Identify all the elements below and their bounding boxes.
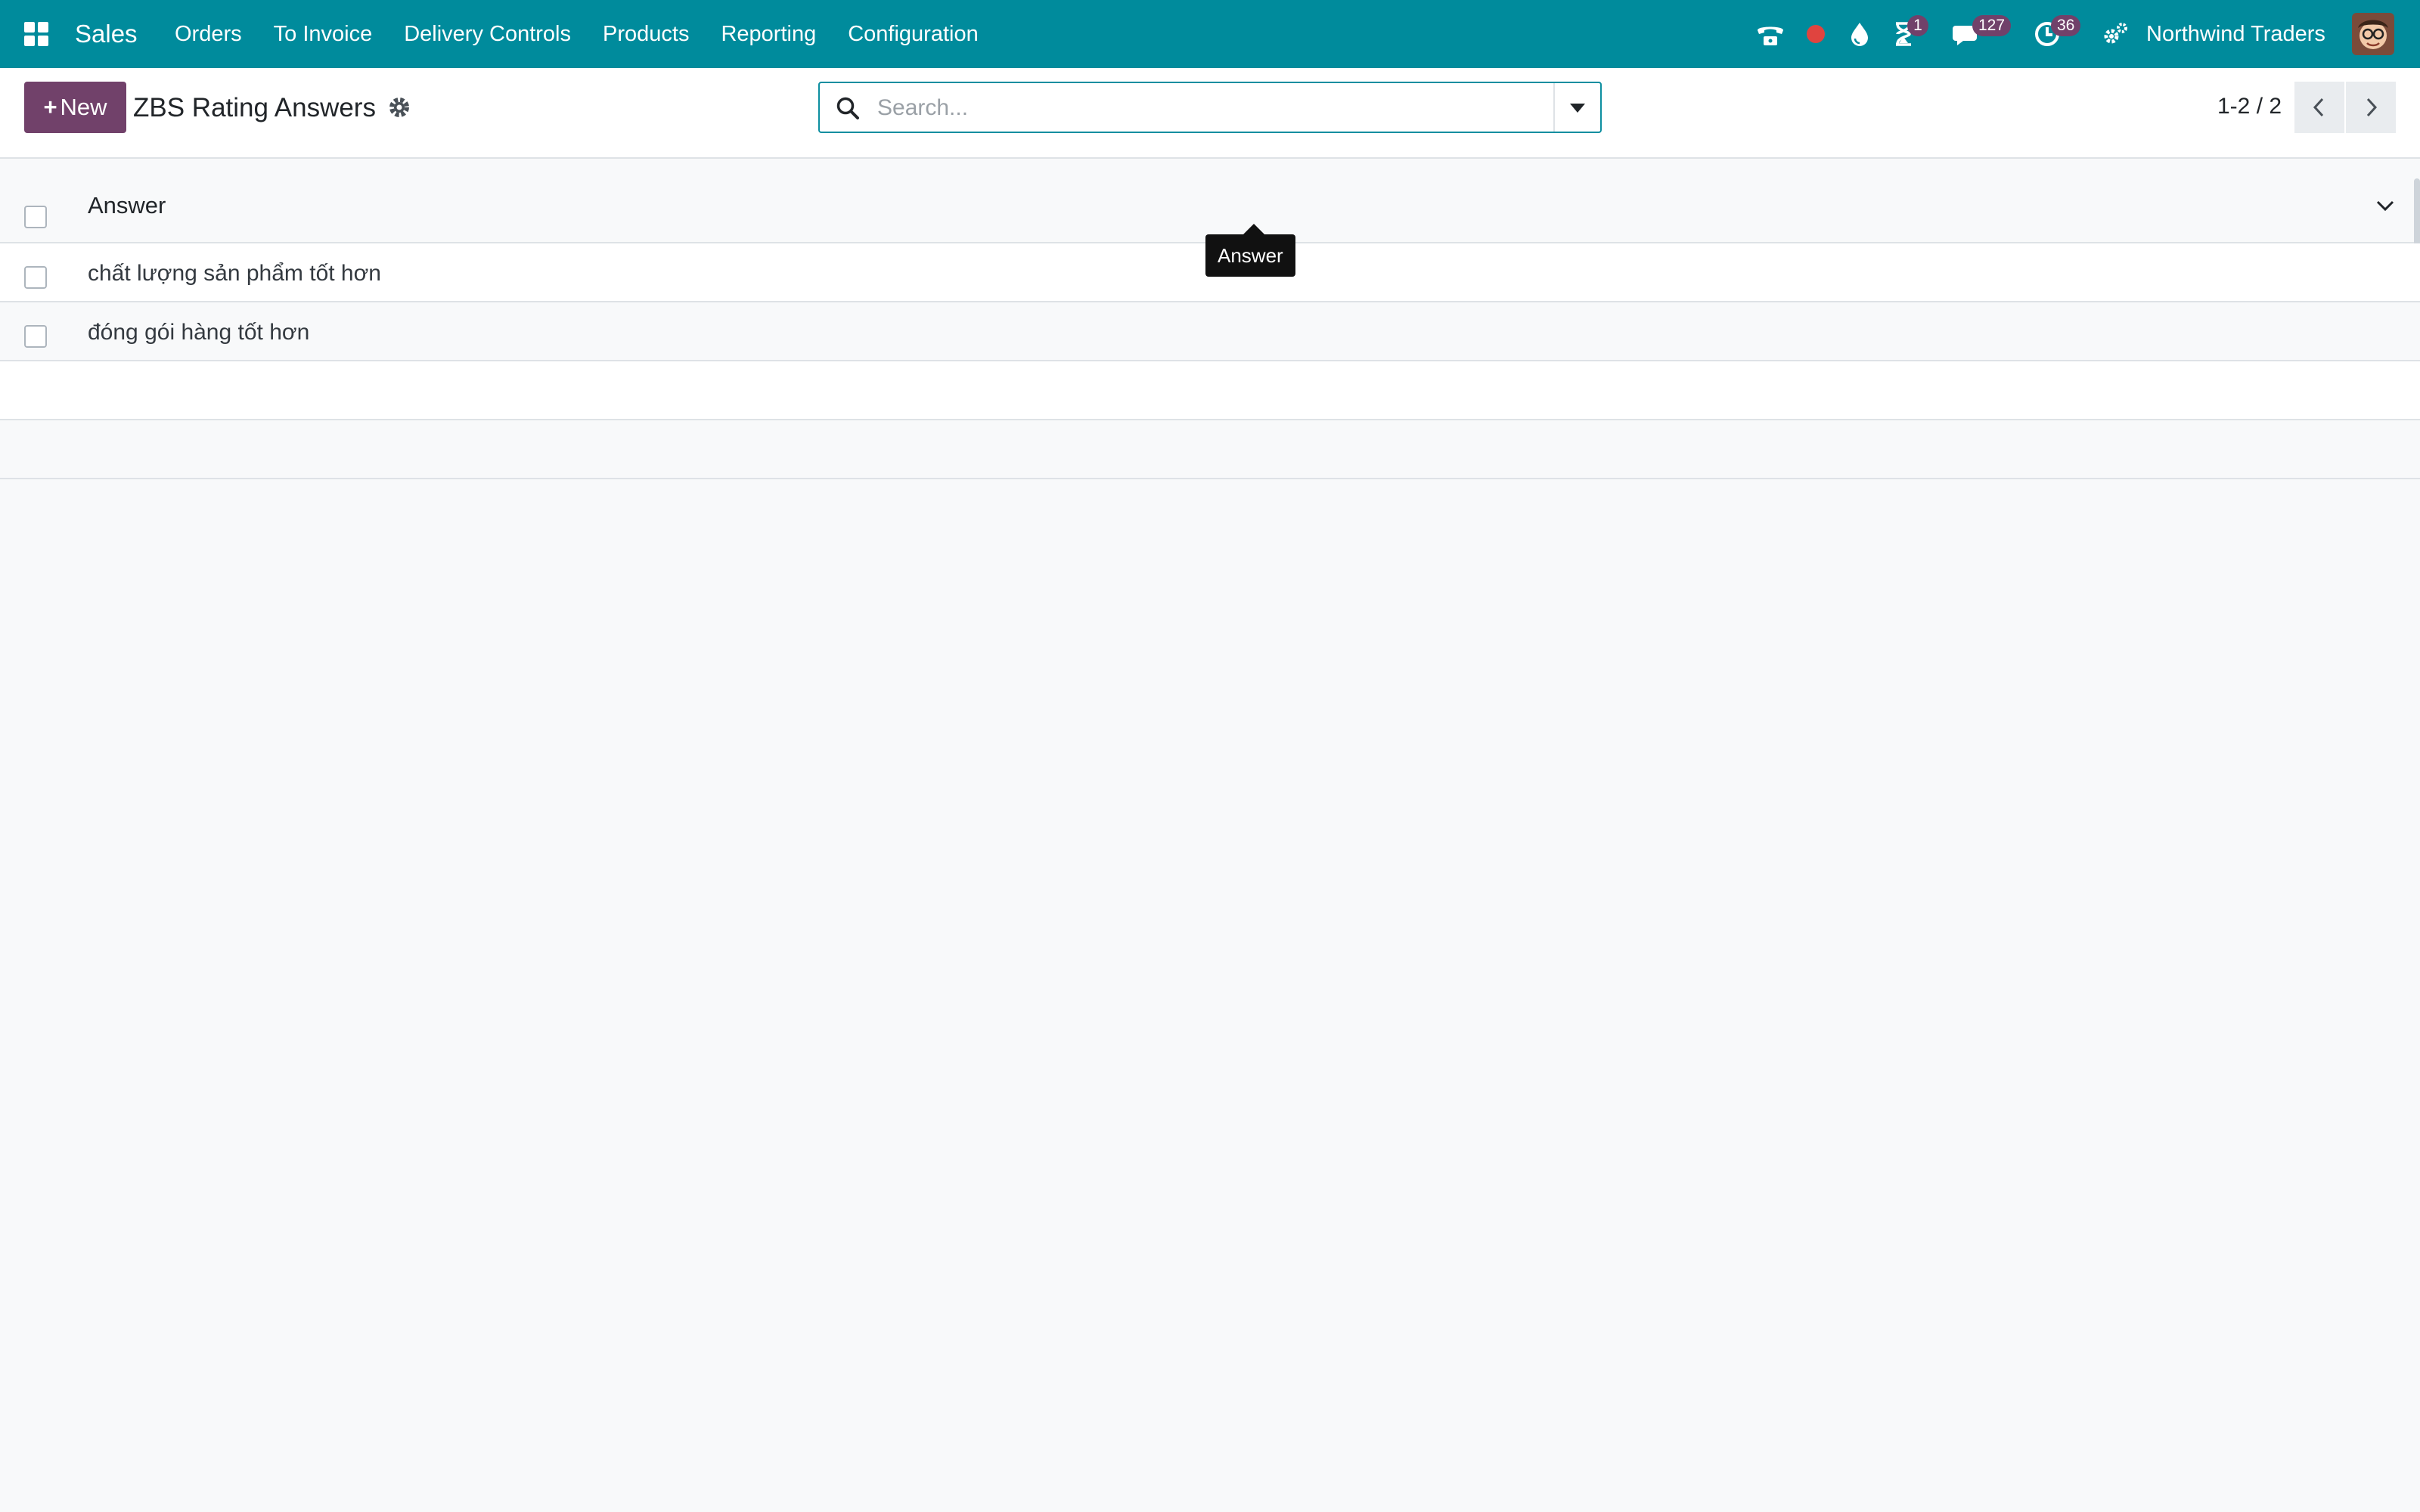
clock-badge: 36 (2051, 15, 2081, 36)
menu-configuration[interactable]: Configuration (832, 17, 994, 51)
messages-badge: 127 (1972, 15, 2012, 36)
chevron-right-icon (2366, 98, 2378, 117)
drop-icon[interactable] (1844, 18, 1876, 50)
company-switcher[interactable]: Northwind Traders (2146, 17, 2325, 51)
optional-columns-chevron-icon[interactable] (2373, 194, 2397, 218)
pager-next-button[interactable] (2346, 82, 2396, 133)
search-bar (818, 82, 1602, 133)
menu-to-invoice[interactable]: To Invoice (258, 17, 389, 51)
menu-orders[interactable]: Orders (159, 17, 258, 51)
control-panel: +New ZBS Rating Answers 1-2 / 2 (0, 68, 2420, 159)
tooltip: Answer (1205, 224, 1295, 277)
pager-value[interactable]: 1-2 / 2 (2217, 91, 2282, 122)
answer-cell[interactable]: chất lượng sản phẩm tốt hơn (88, 259, 381, 289)
row-checkbox[interactable] (24, 325, 47, 348)
user-avatar[interactable] (2352, 13, 2394, 55)
new-button[interactable]: + New (24, 82, 126, 133)
caret-down-icon (1570, 104, 1585, 113)
new-button-label: New (60, 94, 107, 120)
settings-gears-icon[interactable] (2099, 18, 2131, 50)
pager-previous-button[interactable] (2294, 82, 2344, 133)
app-menu-icon[interactable] (23, 20, 50, 48)
tooltip-text: Answer (1205, 234, 1295, 277)
tooltip-arrow (1243, 224, 1264, 234)
list-header: Answer (0, 168, 2420, 251)
top-navbar: Sales Orders To Invoice Delivery Control… (0, 0, 2420, 68)
main-menu: Orders To Invoice Delivery Controls Prod… (159, 17, 994, 51)
answer-cell[interactable]: đóng gói hàng tốt hơn (88, 318, 309, 348)
select-all-checkbox[interactable] (24, 206, 47, 228)
menu-products[interactable]: Products (587, 17, 705, 51)
search-input[interactable] (876, 89, 1559, 127)
plus-icon: + (43, 94, 57, 120)
activity-badge: 1 (1907, 15, 1928, 36)
gear-icon[interactable] (387, 95, 411, 119)
phone-icon[interactable] (1754, 18, 1786, 50)
scrollbar-thumb[interactable] (2414, 178, 2420, 251)
search-icon[interactable] (835, 95, 861, 121)
table-row[interactable]: đóng gói hàng tốt hơn (0, 302, 2420, 361)
search-options-toggle[interactable] (1553, 83, 1600, 132)
page-title: ZBS Rating Answers (133, 93, 376, 122)
chevron-left-icon (2313, 98, 2324, 117)
empty-row (0, 420, 2420, 479)
menu-reporting[interactable]: Reporting (705, 17, 832, 51)
empty-row (0, 361, 2420, 420)
menu-delivery-controls[interactable]: Delivery Controls (388, 17, 587, 51)
record-dot-icon[interactable] (1800, 18, 1832, 50)
app-name[interactable]: Sales (75, 17, 138, 51)
column-header-answer[interactable]: Answer (88, 191, 166, 221)
row-checkbox[interactable] (24, 266, 47, 289)
